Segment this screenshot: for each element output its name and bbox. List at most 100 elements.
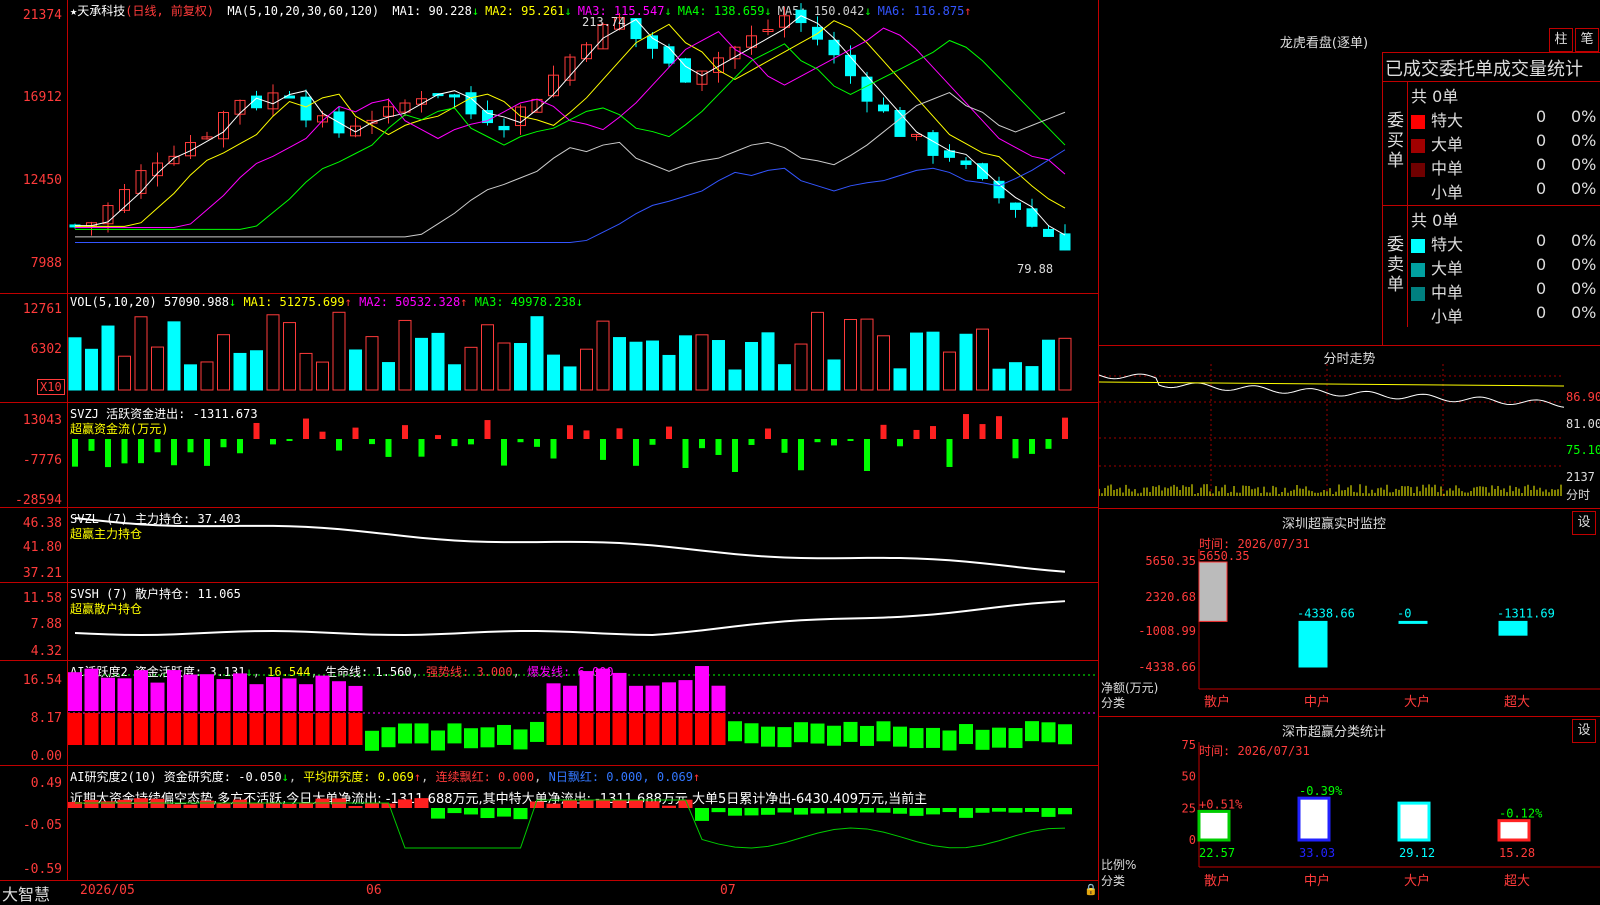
volume-bar [1042, 339, 1055, 391]
row-qty: 0 [1536, 107, 1547, 126]
svzj-panel[interactable]: SVZJ 活跃资金进出: -1311.673 超赢资金流(万元) 13043 -… [0, 403, 1098, 508]
research-bar [282, 804, 297, 808]
color-swatch [1411, 286, 1425, 301]
research-bar [447, 808, 462, 814]
activity-bar [464, 728, 478, 749]
classify-bar-label: 22.57 [1199, 846, 1235, 860]
activity-bar [662, 682, 676, 711]
svsh-chart[interactable] [0, 583, 1098, 660]
flow-bar [517, 439, 524, 443]
activity-bar [431, 730, 445, 751]
activity-bar [728, 721, 742, 742]
activity-bar [695, 666, 709, 711]
research-bar [249, 803, 264, 808]
activity-bar [183, 713, 198, 745]
activity-bar [101, 713, 115, 745]
flow-bar [748, 439, 755, 445]
svzl-chart[interactable] [0, 508, 1098, 582]
volume-bar [431, 332, 445, 391]
monitor-xlabel: 分类 [1101, 696, 1126, 710]
flow-bar [913, 429, 920, 439]
research-bar [563, 799, 577, 808]
high-label: 213.74 [582, 15, 626, 29]
activity-bar [414, 723, 429, 744]
candle-body [927, 132, 939, 156]
volume-bar [976, 328, 989, 391]
ai-activity-panel[interactable]: AI活跃度2 资金活跃度: 3.131↓, 16.544, 生命线: 1.560… [0, 661, 1098, 766]
flow-bar [88, 439, 95, 451]
lhb-table: 已成交委托单成交量统计 委买单 委卖单 共 0单 共 0单 特大 0 0% 大单 0 0%… [1382, 52, 1600, 345]
monitor-category: 中户 [1304, 694, 1330, 710]
lhb-tick-button[interactable]: 笔 [1575, 28, 1599, 52]
activity-bar [1025, 721, 1039, 742]
research-bar [843, 808, 858, 813]
activity-bar [266, 713, 280, 745]
research-bar [777, 808, 792, 813]
activity-bar [596, 713, 610, 745]
intraday-chart[interactable] [1099, 346, 1600, 508]
ai-research-chart[interactable] [0, 766, 1098, 880]
activity-bar [134, 670, 148, 711]
volume-bar [233, 352, 247, 391]
row-type: 大单 [1431, 135, 1464, 154]
activity-bar [612, 672, 627, 711]
flow-bar [204, 439, 210, 466]
activity-bar [711, 713, 726, 745]
flow-bar [798, 439, 804, 471]
classify-category: 大户 [1404, 873, 1430, 889]
activity-bar [563, 685, 577, 711]
activity-bar [282, 713, 297, 745]
monitor-panel[interactable]: 深圳超赢实时监控 设 时间: 2026/07/31 5650.35 2320.68… [1099, 509, 1600, 717]
research-bar [431, 808, 445, 819]
row-pct: 0% [1571, 303, 1597, 322]
volume-bar [728, 369, 742, 391]
activity-bar [447, 723, 462, 744]
candle-body [894, 110, 906, 137]
research-bar [1041, 808, 1056, 817]
flow-bar [946, 439, 953, 467]
flow-bar [616, 428, 623, 439]
intraday-panel[interactable]: 分时走势 86.90 81.00 75.10 2137 分时 [1099, 346, 1600, 509]
volume-bar [332, 311, 346, 391]
activity-bar [1058, 724, 1072, 745]
classify-chart[interactable]: 75 50 25 022.57 +0.51% 散户 33.03 -0.39% 中户 29.12 大户… [1099, 717, 1600, 900]
flow-bar [336, 439, 342, 451]
research-bar [101, 801, 115, 808]
kline-panel[interactable]: ★天承科技(日线, 前复权) MA(5,10,20,30,60,120) MA1… [0, 0, 1098, 294]
footer-bar: 大智慧 2026/05 06 07 🔒 [0, 880, 1098, 904]
volume-chart[interactable] [0, 294, 1098, 402]
avg-price-line [1099, 381, 1565, 387]
classify-ytick: 75 [1182, 738, 1196, 752]
flow-bar [187, 439, 194, 453]
flow-bar [435, 435, 441, 439]
classify-ytick: 25 [1182, 801, 1196, 815]
svsh-panel[interactable]: SVSH (7) 散户持仓: 11.065 超赢散户持仓 11.58 7.88 … [0, 583, 1098, 661]
lhb-row: 小单 0 0% [1411, 303, 1600, 327]
monitor-chart[interactable]: 5650.35 2320.68 -1008.99 -4338.66 5650.35 散户 -… [1099, 509, 1600, 716]
row-type: 中单 [1431, 159, 1464, 178]
volume-panel[interactable]: VOL(5,10,20) 57090.988↓ MA1: 51275.699↑ … [0, 294, 1098, 403]
research-bar [299, 803, 313, 808]
volume-bar [118, 355, 131, 391]
research-bar [744, 808, 759, 816]
flow-bar [682, 439, 689, 468]
candle-body [300, 96, 312, 121]
svzl-panel[interactable]: SVZL (7) 主力持仓: 37.403 超赢主力持仓 46.38 41.80… [0, 508, 1098, 583]
kline-chart[interactable] [0, 0, 1098, 293]
classify-panel[interactable]: 深市超赢分类统计 设 时间: 2026/07/31 75 50 25 0 22.57 +0… [1099, 717, 1600, 900]
activity-bar [513, 729, 528, 750]
svzj-chart[interactable] [0, 403, 1098, 507]
lhb-bar-button[interactable]: 柱 [1549, 28, 1573, 52]
activity-bar [299, 713, 313, 745]
monitor-bar [1298, 620, 1328, 668]
research-bar [662, 805, 676, 808]
volume-bar [959, 333, 973, 391]
row-type: 小单 [1431, 183, 1464, 202]
ai-activity-chart[interactable] [0, 661, 1098, 765]
flow-bar [880, 424, 887, 439]
ai-research-panel[interactable]: AI研究度2(10) 资金研究度: -0.050↓, 平均研究度: 0.069↑… [0, 766, 1098, 881]
activity-bar [249, 684, 264, 711]
flow-bar [138, 439, 144, 464]
activity-bar [546, 713, 561, 745]
research-bar [513, 808, 528, 820]
